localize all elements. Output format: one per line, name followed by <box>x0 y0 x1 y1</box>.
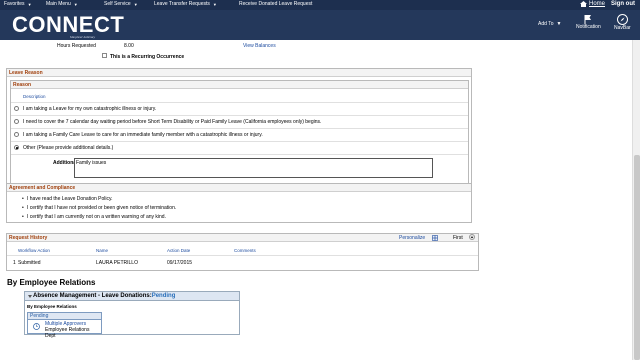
app-logo: CONNECT <box>12 12 125 37</box>
col-name[interactable]: Name <box>96 248 108 253</box>
scrollbar-thumb[interactable] <box>634 155 640 360</box>
row-number: 1 <box>13 260 16 266</box>
top-menu-bar: Favorites ▼ Main Menu ▼ Self Service ▼ Leav… <box>0 0 640 10</box>
collapse-icon <box>28 295 32 298</box>
request-history-section: Request History Personalize First ▴ Work… <box>6 233 479 271</box>
reason-radio-1[interactable] <box>14 119 19 124</box>
app-header: CONNECT Maryland Judiciary Add To ▼ Notif… <box>0 10 640 40</box>
col-workflow-action[interactable]: Workflow Action <box>18 248 50 253</box>
reason-title: Reason <box>11 81 468 89</box>
divider <box>7 255 478 256</box>
reason-radio-2[interactable] <box>14 132 19 137</box>
agreement-item: I have read the Leave Donation Policy. <box>22 196 113 202</box>
notification-label: Notification <box>576 24 601 30</box>
reason-option-1: I need to cover the 7 calendar day waiti… <box>23 119 322 125</box>
view-balances-link[interactable]: View Balances <box>243 43 276 49</box>
menu-main-label: Main Menu <box>46 1 71 7</box>
chevron-down-icon: ▼ <box>133 1 138 7</box>
agreement-title: Agreement and Compliance <box>7 184 471 192</box>
menu-self-service[interactable]: Self Service ▼ <box>100 1 138 7</box>
menu-receive-donated-label: Receive Donated Leave Request <box>239 1 313 7</box>
chevron-down-icon: ▼ <box>212 1 217 7</box>
main-content: Hours Requested 8.00 View Balances This … <box>0 40 632 360</box>
pending-label: Pending <box>28 313 101 320</box>
recurring-label: This is a Recurring Occurrence <box>110 54 185 60</box>
reason-option-3: Other (Please provide additional details… <box>23 145 114 151</box>
menu-favorites[interactable]: Favorites ▼ <box>0 1 32 7</box>
hours-requested-label: Hours Requested <box>57 43 96 49</box>
row-action: Submitted <box>18 260 41 266</box>
col-comments[interactable]: Comments <box>234 248 256 253</box>
menu-favorites-label: Favorites <box>4 1 25 7</box>
add-to-button[interactable]: Add To ▼ <box>538 21 561 27</box>
menu-leave-transfer[interactable]: Leave Transfer Requests ▼ <box>150 1 217 7</box>
approvers-dept: Employee Relations Dept <box>45 327 90 339</box>
divider <box>11 128 468 129</box>
description-header: Description <box>23 94 46 99</box>
compass-icon <box>616 14 628 25</box>
flag-icon <box>584 15 592 24</box>
reason-radio-3[interactable] <box>14 145 19 150</box>
hours-requested-value: 8.00 <box>124 43 134 49</box>
row-date: 09/17/2015 <box>167 260 193 266</box>
workflow-status: Pending <box>151 293 176 299</box>
notification-button[interactable]: Notification <box>576 14 601 30</box>
signout-link[interactable]: Sign out <box>611 1 635 7</box>
agreement-item: I certify that I have not provided or be… <box>22 205 176 211</box>
logo-subtitle: Maryland Judiciary <box>70 35 96 39</box>
menu-main[interactable]: Main Menu ▼ <box>42 1 78 7</box>
chevron-up-icon[interactable]: ▴ <box>469 234 475 240</box>
menu-self-service-label: Self Service <box>104 1 131 7</box>
reason-option-2: I am taking a Family Care Leave to care … <box>23 132 263 138</box>
navbar-button[interactable]: NavBar <box>614 14 631 31</box>
menu-leave-transfer-label: Leave Transfer Requests <box>154 1 210 7</box>
clock-icon <box>33 323 40 330</box>
leave-reason-title: Leave Reason <box>7 69 471 77</box>
home-link[interactable]: Home <box>580 1 605 7</box>
menu-receive-donated[interactable]: Receive Donated Leave Request <box>235 1 312 7</box>
reason-grid: Reason Description I am taking a Leave f… <box>10 80 469 186</box>
employee-relations-title: By Employee Relations <box>7 278 96 287</box>
vertical-scrollbar[interactable] <box>632 40 640 360</box>
workflow-panel-header[interactable]: Absence Management - Leave Donations:Pen… <box>25 292 239 301</box>
personalize-link[interactable]: Personalize <box>399 235 425 241</box>
workflow-panel-title: Absence Management - Leave Donations: <box>33 293 152 299</box>
home-label: Home <box>589 1 606 7</box>
navbar-label: NavBar <box>614 25 631 31</box>
pending-step: Pending Multiple Approvers Employee Rela… <box>27 312 102 339</box>
grid-icon[interactable] <box>432 235 438 241</box>
reason-radio-0[interactable] <box>14 106 19 111</box>
reason-option-0: I am taking a Leave for my own catastrop… <box>23 106 157 112</box>
agreement-section: Agreement and Compliance I have read the… <box>6 183 472 223</box>
home-icon <box>580 1 587 7</box>
chevron-down-icon: ▼ <box>556 21 562 27</box>
chevron-down-icon: ▼ <box>27 1 32 7</box>
workflow-subtitle: By Employee Relations <box>27 304 77 309</box>
recurring-checkbox[interactable] <box>102 53 107 58</box>
additional-details-field[interactable]: Family issues <box>74 158 433 178</box>
agreement-item: I certify that I am currently not on a w… <box>22 214 166 220</box>
col-action-date[interactable]: Action Date <box>167 248 190 253</box>
first-label: First <box>453 235 463 241</box>
divider <box>11 154 468 155</box>
divider <box>11 102 468 103</box>
add-to-label: Add To <box>538 21 554 27</box>
divider <box>11 141 468 142</box>
chevron-down-icon: ▼ <box>73 1 78 7</box>
row-name: LAURA PETRILLO <box>96 260 138 266</box>
divider <box>11 115 468 116</box>
workflow-panel: Absence Management - Leave Donations:Pen… <box>24 291 240 339</box>
